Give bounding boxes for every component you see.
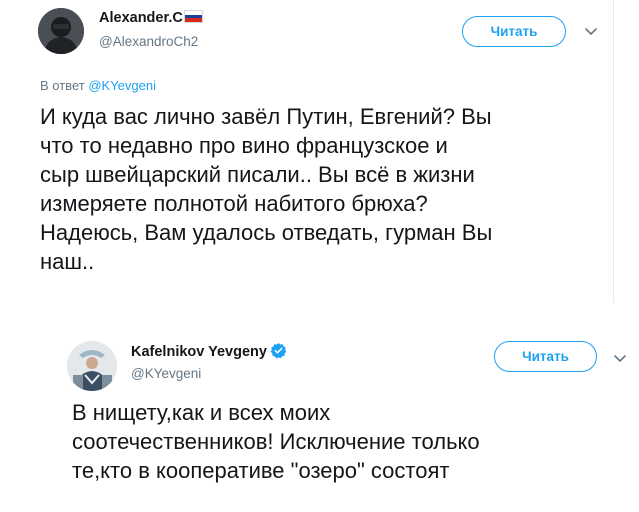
tweet-text-line: измеряете полнотой набитого брюха? xyxy=(40,191,428,216)
verified-badge-icon xyxy=(270,343,287,359)
follow-button[interactable]: Читать xyxy=(462,16,566,47)
display-name[interactable]: Alexander.C xyxy=(99,10,203,26)
chevron-down-icon[interactable] xyxy=(582,25,600,39)
tweet-text-line: соотечественников! Исключение только xyxy=(72,429,480,454)
tweet-text: И куда вас лично завёл Путин, Евгений? В… xyxy=(40,102,492,276)
reply-mention-link[interactable]: @KYevgeni xyxy=(88,78,156,93)
russia-flag-icon xyxy=(183,10,203,23)
tweet-alexander: Alexander.C @AlexandroCh2 Читать В ответ… xyxy=(0,0,614,303)
tweet-text: В нищету,как и всех моих соотечественник… xyxy=(72,398,480,485)
tweet-kafelnikov: Kafelnikov Yevgeny @KYevgeni Читать В ни… xyxy=(34,313,639,512)
avatar-image xyxy=(67,341,117,391)
tweet-text-line: Надеюсь, Вам удалось отведать, гурман Вы xyxy=(40,220,493,245)
chevron-down-icon[interactable] xyxy=(611,352,629,366)
tweet-text-line: И куда вас лично завёл Путин, Евгений? В… xyxy=(40,104,492,129)
follow-button[interactable]: Читать xyxy=(494,341,597,372)
tweet-text-line: В нищету,как и всех моих xyxy=(72,400,331,425)
avatar[interactable] xyxy=(38,8,84,54)
display-name[interactable]: Kafelnikov Yevgeny xyxy=(131,342,287,360)
tweet-text-line: те,кто в кооперативе "озеро" состоят xyxy=(72,458,450,483)
tweet-text-line: наш.. xyxy=(40,249,95,274)
avatar-image xyxy=(38,8,84,54)
tweet-text-line: что то недавно про вино французское и xyxy=(40,133,448,158)
reply-prefix: В ответ xyxy=(40,78,85,93)
flag-stripe-red xyxy=(184,18,202,23)
reply-context: В ответ @KYevgeni xyxy=(40,78,156,93)
user-handle[interactable]: @KYevgeni xyxy=(131,366,201,381)
tweet-text-line: сыр швейцарский писали.. Вы всё в жизни xyxy=(40,162,475,187)
avatar[interactable] xyxy=(67,341,117,391)
user-handle[interactable]: @AlexandroCh2 xyxy=(99,34,198,49)
